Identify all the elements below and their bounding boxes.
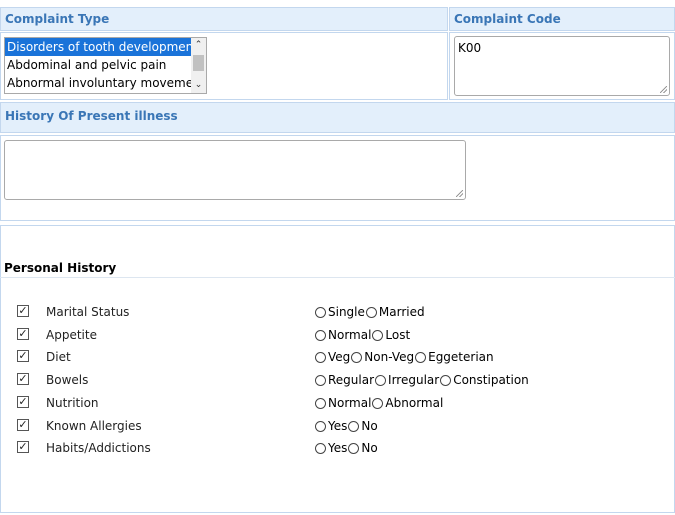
radio-label: Constipation [453, 373, 529, 387]
radio-label: Normal [328, 328, 372, 342]
radio-button[interactable] [348, 442, 360, 454]
radio-button[interactable] [315, 420, 326, 432]
personal-history-row: ✓ Appetite Normal Lost [0, 326, 675, 346]
row-label: Nutrition [46, 396, 99, 410]
history-header: History Of Present illness [0, 102, 675, 133]
row-checkbox[interactable]: ✓ [17, 350, 29, 362]
radio-group: Regular Irregular Constipation [315, 373, 530, 387]
radio-label: Normal [328, 396, 372, 410]
radio-group: Single Married [315, 305, 426, 319]
row-checkbox[interactable]: ✓ [17, 305, 29, 317]
listbox-scrollbar[interactable]: ⌃ ⌄ [191, 38, 206, 93]
radio-button[interactable] [315, 397, 326, 409]
complaint-code-textarea[interactable]: K00 [454, 36, 670, 96]
row-checkbox[interactable]: ✓ [17, 396, 29, 408]
complaint-type-option[interactable]: Abdominal and pelvic pain [5, 56, 191, 74]
row-label: Appetite [46, 328, 97, 342]
radio-group: Yes No [315, 419, 379, 433]
personal-history-row: ✓ Marital Status Single Married [0, 303, 675, 323]
radio-label: Abnormal [385, 396, 444, 410]
personal-history-row: ✓ Habits/Addictions Yes No [0, 439, 675, 459]
complaint-type-header: Complaint Type [0, 7, 448, 31]
radio-label: Lost [385, 328, 411, 342]
row-checkbox[interactable]: ✓ [17, 441, 29, 453]
row-checkbox[interactable]: ✓ [17, 373, 29, 385]
row-label: Marital Status [46, 305, 130, 319]
scroll-down-arrow-icon[interactable]: ⌄ [191, 78, 206, 93]
row-label: Habits/Addictions [46, 441, 151, 455]
radio-label: Yes [328, 441, 348, 455]
personal-history-row: ✓ Bowels Regular Irregular Constipation [0, 371, 675, 391]
radio-button[interactable] [315, 442, 326, 454]
radio-label: Non-Veg [364, 350, 415, 364]
scrollbar-thumb[interactable] [193, 55, 204, 71]
radio-group: Veg Non-Veg Eggeterian [315, 350, 495, 364]
radio-button[interactable] [315, 374, 326, 386]
radio-group: Normal Lost [315, 328, 411, 342]
personal-history-title: Personal History [4, 261, 117, 275]
complaint-code-value: K00 [458, 41, 482, 55]
radio-button[interactable] [348, 420, 360, 432]
radio-button[interactable] [372, 397, 384, 409]
radio-label: Yes [328, 419, 348, 433]
radio-group: Normal Abnormal [315, 396, 444, 410]
radio-label: Regular [328, 373, 375, 387]
radio-button[interactable] [315, 329, 326, 341]
complaint-type-listbox[interactable]: Disorders of tooth development Abdominal … [4, 37, 207, 94]
radio-label: No [361, 441, 378, 455]
personal-history-row: ✓ Nutrition Normal Abnormal [0, 394, 675, 414]
radio-label: Single [328, 305, 365, 319]
scroll-up-arrow-icon[interactable]: ⌃ [191, 38, 206, 53]
row-checkbox[interactable]: ✓ [17, 419, 29, 431]
radio-label: Irregular [388, 373, 440, 387]
row-checkbox[interactable]: ✓ [17, 328, 29, 340]
radio-button[interactable] [440, 374, 452, 386]
resize-grip-icon[interactable] [660, 86, 667, 93]
radio-button[interactable] [351, 351, 363, 363]
row-label: Bowels [46, 373, 89, 387]
radio-label: No [361, 419, 378, 433]
radio-button[interactable] [365, 306, 377, 318]
radio-label: Married [378, 305, 425, 319]
section-divider [0, 277, 675, 278]
radio-button[interactable] [315, 306, 326, 318]
personal-history-row: ✓ Diet Veg Non-Veg Eggeterian [0, 348, 675, 368]
radio-button[interactable] [372, 329, 384, 341]
radio-label: Veg [328, 350, 351, 364]
radio-button[interactable] [415, 351, 427, 363]
resize-grip-icon[interactable] [456, 190, 463, 197]
row-label: Diet [46, 350, 71, 364]
history-textarea[interactable] [4, 140, 466, 200]
radio-button[interactable] [315, 351, 326, 363]
complaint-code-header: Complaint Code [449, 7, 675, 31]
radio-label: Eggeterian [428, 350, 494, 364]
complaint-type-option[interactable]: Disorders of tooth development [5, 38, 191, 56]
personal-history-row: ✓ Known Allergies Yes No [0, 417, 675, 437]
row-label: Known Allergies [46, 419, 142, 433]
radio-group: Yes No [315, 441, 379, 455]
radio-button[interactable] [375, 374, 387, 386]
complaint-type-option[interactable]: Abnormal involuntary movements [5, 74, 191, 92]
